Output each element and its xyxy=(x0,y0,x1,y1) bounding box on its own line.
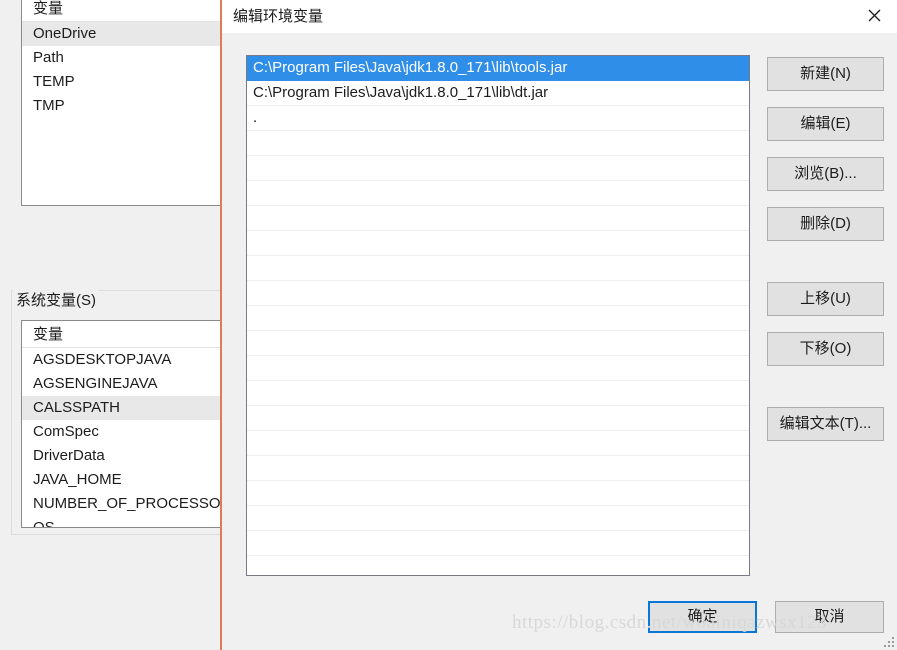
dialog-titlebar: 编辑环境变量 xyxy=(222,0,897,33)
edit-text-button[interactable]: 编辑文本(T)... xyxy=(767,407,884,441)
resize-grip[interactable] xyxy=(882,635,894,647)
path-entry-row[interactable] xyxy=(247,481,749,506)
user-variables-column-header: 变量 xyxy=(22,0,222,22)
user-variable-row[interactable]: Path xyxy=(22,46,222,70)
dialog-title: 编辑环境变量 xyxy=(233,8,324,25)
path-entry-row[interactable] xyxy=(247,181,749,206)
edit-button[interactable]: 编辑(E) xyxy=(767,107,884,141)
system-variable-row[interactable]: JAVA_HOME xyxy=(22,468,222,492)
path-entry-row[interactable] xyxy=(247,531,749,556)
move-down-button[interactable]: 下移(O) xyxy=(767,332,884,366)
path-entry-row[interactable] xyxy=(247,331,749,356)
path-entry-row[interactable] xyxy=(247,431,749,456)
path-entry-row[interactable] xyxy=(247,231,749,256)
system-variable-row[interactable]: OS xyxy=(22,516,222,527)
path-entry-row[interactable] xyxy=(247,131,749,156)
user-variables-listbox[interactable]: 变量 OneDrive Path TEMP TMP xyxy=(21,0,222,206)
environment-variables-window: 变量 OneDrive Path TEMP TMP 系统变量(S) 变量 AGSDES… xyxy=(0,0,222,650)
cancel-button[interactable]: 取消 xyxy=(775,601,884,633)
path-entry-row[interactable] xyxy=(247,156,749,181)
path-entry-row[interactable] xyxy=(247,456,749,481)
system-variable-row[interactable]: NUMBER_OF_PROCESSORS xyxy=(22,492,222,516)
path-entries-listbox[interactable]: C:\Program Files\Java\jdk1.8.0_171\lib\t… xyxy=(246,55,750,576)
system-variables-column-header: 变量 xyxy=(22,321,222,348)
new-button[interactable]: 新建(N) xyxy=(767,57,884,91)
system-variable-row[interactable]: CALSSPATH xyxy=(22,396,222,420)
user-variable-row[interactable]: TEMP xyxy=(22,70,222,94)
close-icon[interactable] xyxy=(851,0,897,31)
path-entry-row[interactable] xyxy=(247,206,749,231)
user-variable-row[interactable]: TMP xyxy=(22,94,222,118)
path-entry-row[interactable]: C:\Program Files\Java\jdk1.8.0_171\lib\t… xyxy=(247,56,749,81)
path-entry-row[interactable] xyxy=(247,556,749,575)
move-up-button[interactable]: 上移(U) xyxy=(767,282,884,316)
ok-button[interactable]: 确定 xyxy=(648,601,757,633)
delete-button[interactable]: 删除(D) xyxy=(767,207,884,241)
system-variables-rows: AGSDESKTOPJAVA AGSENGINEJAVA CALSSPATH ComS… xyxy=(22,348,222,527)
path-entry-row[interactable]: . xyxy=(247,106,749,131)
edit-environment-variable-dialog: 编辑环境变量 C:\Program Files\Java\jdk1.8.0_17… xyxy=(220,0,897,650)
browse-button[interactable]: 浏览(B)... xyxy=(767,157,884,191)
path-entry-row[interactable] xyxy=(247,306,749,331)
path-entry-row[interactable] xyxy=(247,506,749,531)
path-entry-row[interactable] xyxy=(247,381,749,406)
system-variables-group-label: 系统变量(S) xyxy=(13,289,99,310)
path-entry-row[interactable] xyxy=(247,256,749,281)
system-variables-listbox[interactable]: 变量 AGSDESKTOPJAVA AGSENGINEJAVA CALSSPATH C… xyxy=(21,320,222,528)
system-variable-row[interactable]: DriverData xyxy=(22,444,222,468)
user-variable-row[interactable]: OneDrive xyxy=(22,22,222,46)
path-entry-row[interactable] xyxy=(247,281,749,306)
path-entry-row[interactable]: C:\Program Files\Java\jdk1.8.0_171\lib\d… xyxy=(247,81,749,106)
user-variables-rows: OneDrive Path TEMP TMP xyxy=(22,22,222,118)
system-variable-row[interactable]: AGSENGINEJAVA xyxy=(22,372,222,396)
path-entry-row[interactable] xyxy=(247,406,749,431)
system-variable-row[interactable]: AGSDESKTOPJAVA xyxy=(22,348,222,372)
path-entry-row[interactable] xyxy=(247,356,749,381)
system-variable-row[interactable]: ComSpec xyxy=(22,420,222,444)
